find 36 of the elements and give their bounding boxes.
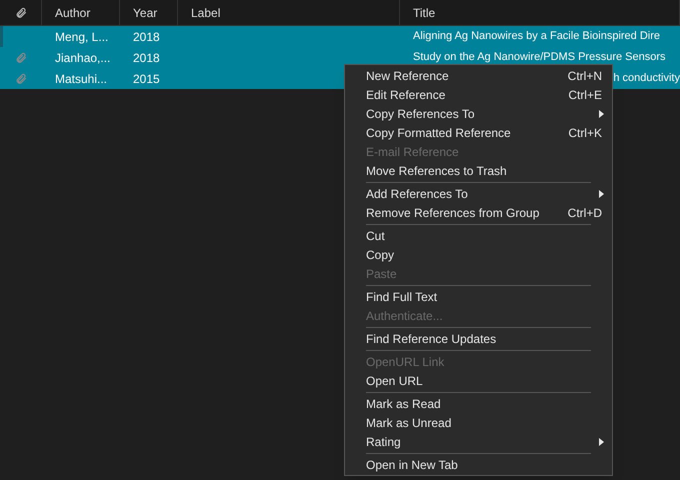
table-cell-text: 2018 <box>133 50 160 66</box>
table-cell-text: h conductivity <box>613 71 680 86</box>
menu-item[interactable]: Rating <box>345 432 612 451</box>
paperclip-icon <box>15 72 27 84</box>
menu-item[interactable]: Copy Formatted Reference Ctrl+K <box>345 123 612 142</box>
menu-item[interactable]: New Reference Ctrl+N <box>345 66 612 85</box>
table-cell-text: Study on the Ag Nanowire/PDMS Pressure Sensors <box>413 50 666 66</box>
menu-item[interactable]: Find Reference Updates <box>345 329 612 348</box>
menu-item[interactable]: Add References To <box>345 184 612 203</box>
submenu-arrow-icon <box>599 438 604 446</box>
table-row[interactable]: Jianhao,... 2018 Study on the Ag Nanowire/PDMS Pressure Sensors <box>0 47 680 68</box>
paperclip-icon <box>14 6 26 18</box>
menu-item[interactable]: Open in New Tab <box>345 455 612 474</box>
menu-item[interactable]: Find Full Text <box>345 287 612 306</box>
table-cell-text: Jianhao,... <box>55 50 110 66</box>
menu-item[interactable]: Move References to Trash <box>345 161 612 180</box>
menu-item[interactable]: Mark as Unread <box>345 413 612 432</box>
column-header[interactable]: Author <box>42 0 120 25</box>
column-header[interactable]: Label <box>178 0 400 25</box>
table-row[interactable]: Meng, L... 2018 Aligning Ag Nanowires by a Facile Bioinspired Dire <box>0 26 680 47</box>
menu-item[interactable]: Copy References To <box>345 104 612 123</box>
menu-item[interactable]: Copy <box>345 245 612 264</box>
menu-item[interactable]: Remove References from Group Ctrl+D <box>345 203 612 222</box>
table-cell-text: Meng, L... <box>55 28 108 46</box>
table-cell-text: Aligning Ag Nanowires by a Facile Bioinspired Dire <box>413 29 660 44</box>
menu-item[interactable]: Cut <box>345 226 612 245</box>
table-cell-text: Matsuhi... <box>55 70 108 88</box>
table-cell-text: 2015 <box>133 70 160 88</box>
table-cell-text: 2018 <box>133 28 160 46</box>
menu-item[interactable]: Open URL <box>345 371 612 390</box>
menu-item[interactable]: Mark as Read <box>345 394 612 413</box>
submenu-arrow-icon <box>599 110 604 118</box>
column-header[interactable]: Year <box>120 0 178 25</box>
paperclip-icon <box>15 52 27 64</box>
column-header[interactable]: Title <box>400 0 680 25</box>
submenu-arrow-icon <box>599 190 604 198</box>
